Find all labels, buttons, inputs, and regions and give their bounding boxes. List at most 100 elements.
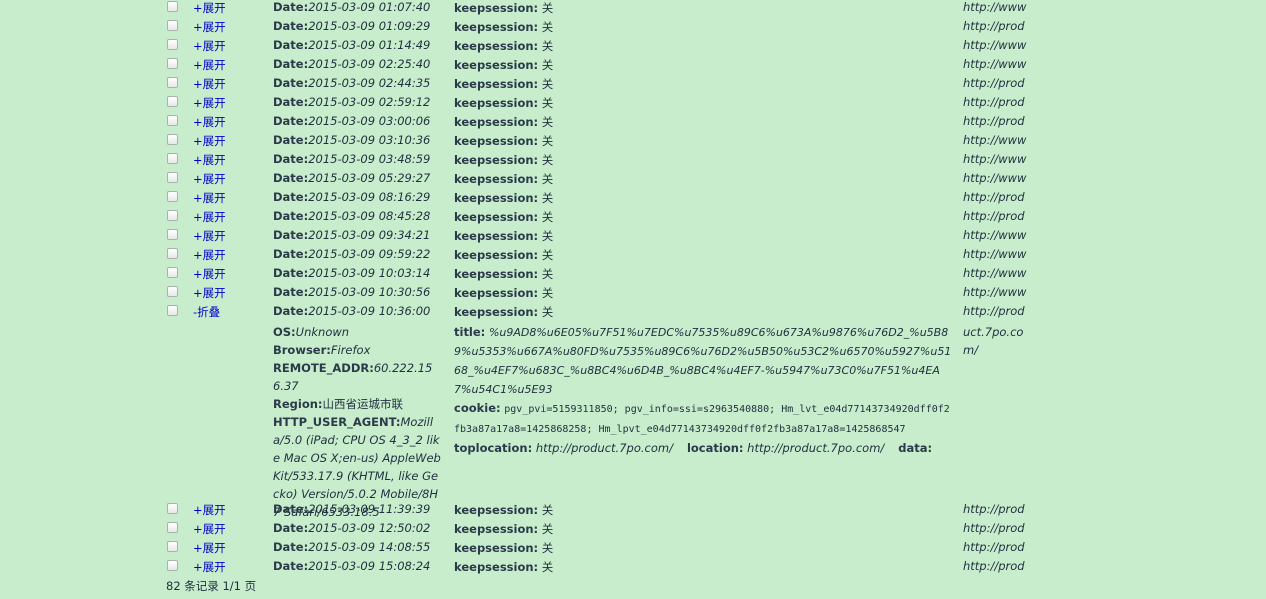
log-row: +展开 Date:2015-03-09 02:59:12 keepsession: … <box>0 95 1266 114</box>
keepsession-value: 关 <box>541 1 554 15</box>
keepsession-value: 关 <box>541 134 554 148</box>
cookie-value: pgv_pvi=5159311850; pgv_info=ssi=s296354… <box>454 404 950 435</box>
expand-toggle-link[interactable]: +展开 <box>193 152 226 168</box>
row-url: http://www <box>963 247 1027 261</box>
row-keepsession: keepsession: 关 <box>454 304 553 320</box>
expand-toggle-link[interactable]: +展开 <box>193 114 226 130</box>
row-url: http://www <box>963 266 1027 280</box>
date-label: Date: <box>273 521 309 535</box>
expand-toggle-link[interactable]: +展开 <box>193 133 226 149</box>
expand-toggle-link[interactable]: +展开 <box>193 0 226 16</box>
expand-toggle-link[interactable]: +展开 <box>193 521 226 537</box>
row-keepsession: keepsession: 关 <box>454 57 553 73</box>
row-checkbox[interactable] <box>167 305 178 316</box>
row-date: Date:2015-03-09 01:14:49 <box>273 38 430 52</box>
region-info-label: Region: <box>273 397 323 411</box>
keepsession-value: 关 <box>541 77 554 91</box>
row-checkbox[interactable] <box>167 541 178 552</box>
row-checkbox[interactable] <box>167 560 178 571</box>
row-checkbox[interactable] <box>167 20 178 31</box>
row-keepsession: keepsession: 关 <box>454 521 553 537</box>
location-value: http://product.7po.com/ <box>747 441 885 455</box>
row-checkbox[interactable] <box>167 210 178 221</box>
region-info: Region:山西省运城市联 <box>273 395 443 413</box>
keepsession-value: 关 <box>541 172 554 186</box>
row-checkbox[interactable] <box>167 191 178 202</box>
keepsession-label: keepsession: <box>454 229 539 243</box>
row-checkbox[interactable] <box>167 58 178 69</box>
row-date: Date:2015-03-09 02:44:35 <box>273 76 430 90</box>
row-url: http://www <box>963 38 1027 52</box>
row-checkbox[interactable] <box>167 229 178 240</box>
user-agent-label: HTTP_USER_AGENT: <box>273 415 401 429</box>
row-checkbox[interactable] <box>167 267 178 278</box>
keepsession-value: 关 <box>541 248 554 262</box>
row-keepsession: keepsession: 关 <box>454 114 553 130</box>
expand-toggle-link[interactable]: +展开 <box>193 228 226 244</box>
title-value: %u9AD8%u6E05%u7F51%u7EDC%u7535%u89C6%u67… <box>454 326 952 396</box>
row-checkbox[interactable] <box>167 286 178 297</box>
log-row: +展开 Date:2015-03-09 01:14:49 keepsession: … <box>0 38 1266 57</box>
row-date: Date:2015-03-09 01:07:40 <box>273 0 430 14</box>
log-row: +展开 Date:2015-03-09 05:29:27 keepsession: … <box>0 171 1266 190</box>
expand-toggle-link[interactable]: +展开 <box>193 247 226 263</box>
expand-toggle-link[interactable]: +展开 <box>193 559 226 575</box>
expand-toggle-link[interactable]: +展开 <box>193 57 226 73</box>
row-checkbox[interactable] <box>167 77 178 88</box>
expand-toggle-link[interactable]: +展开 <box>193 171 226 187</box>
row-keepsession: keepsession: 关 <box>454 190 553 206</box>
date-label: Date: <box>273 247 309 261</box>
date-label: Date: <box>273 76 309 90</box>
row-date: Date:2015-03-09 15:08:24 <box>273 559 430 573</box>
date-value: 2015-03-09 09:59:22 <box>308 247 431 261</box>
row-checkbox[interactable] <box>167 39 178 50</box>
keepsession-value: 关 <box>541 96 554 110</box>
expand-toggle-link[interactable]: +展开 <box>193 38 226 54</box>
row-checkbox[interactable] <box>167 248 178 259</box>
row-checkbox[interactable] <box>167 134 178 145</box>
expand-toggle-link[interactable]: +展开 <box>193 190 226 206</box>
date-label: Date: <box>273 209 309 223</box>
row-checkbox[interactable] <box>167 1 178 12</box>
row-keepsession: keepsession: 关 <box>454 540 553 556</box>
expand-toggle-link[interactable]: +展开 <box>193 285 226 301</box>
row-date: Date:2015-03-09 01:09:29 <box>273 19 430 33</box>
date-value: 2015-03-09 03:48:59 <box>308 152 431 166</box>
row-checkbox[interactable] <box>167 115 178 126</box>
title-label: title: <box>454 325 486 339</box>
expand-toggle-link[interactable]: +展开 <box>193 19 226 35</box>
expand-toggle-link[interactable]: +展开 <box>193 540 226 556</box>
date-label: Date: <box>273 190 309 204</box>
keepsession-value: 关 <box>541 286 554 300</box>
keepsession-value: 关 <box>541 20 554 34</box>
keepsession-label: keepsession: <box>454 267 539 281</box>
date-value: 2015-03-09 10:30:56 <box>308 285 431 299</box>
browser-info-label: Browser: <box>273 343 331 357</box>
date-value: 2015-03-09 03:10:36 <box>308 133 431 147</box>
expand-toggle-link[interactable]: +展开 <box>193 209 226 225</box>
os-info: OS:Unknown <box>273 323 443 341</box>
detail-client-info: OS:Unknown Browser:Firefox REMOTE_ADDR:60.… <box>273 323 443 521</box>
row-checkbox[interactable] <box>167 96 178 107</box>
date-value: 2015-03-09 10:03:14 <box>308 266 431 280</box>
keepsession-value: 关 <box>541 191 554 205</box>
record-count: 82 条记录 1/1 页 <box>166 579 257 593</box>
row-checkbox[interactable] <box>167 503 178 514</box>
row-checkbox[interactable] <box>167 153 178 164</box>
expand-toggle-link[interactable]: +展开 <box>193 266 226 282</box>
collapse-toggle-link[interactable]: -折叠 <box>193 304 220 320</box>
os-info-value: Unknown <box>295 325 350 339</box>
log-row: +展开 Date:2015-03-09 09:59:22 keepsession: … <box>0 247 1266 266</box>
date-label: Date: <box>273 0 309 14</box>
row-url: http://www <box>963 228 1027 242</box>
row-date: Date:2015-03-09 12:50:02 <box>273 521 430 535</box>
expand-toggle-link[interactable]: +展开 <box>193 76 226 92</box>
keepsession-label: keepsession: <box>454 1 539 15</box>
row-checkbox[interactable] <box>167 172 178 183</box>
row-checkbox[interactable] <box>167 522 178 533</box>
date-value: 2015-03-09 01:07:40 <box>308 0 431 14</box>
date-value: 2015-03-09 02:44:35 <box>308 76 431 90</box>
expand-toggle-link[interactable]: +展开 <box>193 502 226 518</box>
expand-toggle-link[interactable]: +展开 <box>193 95 226 111</box>
date-label: Date: <box>273 285 309 299</box>
